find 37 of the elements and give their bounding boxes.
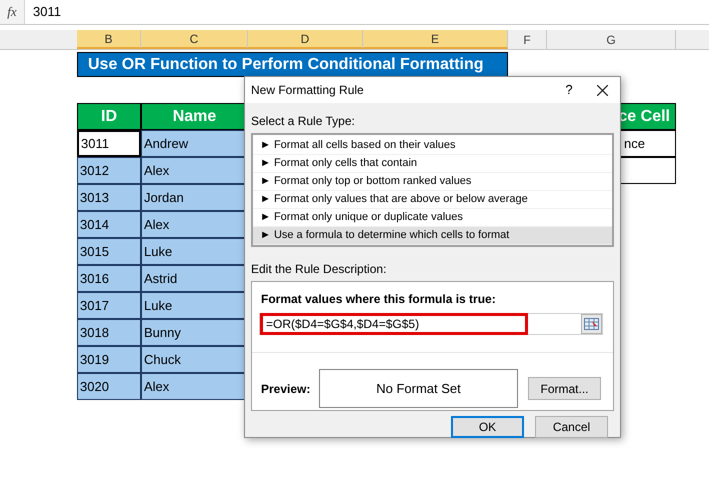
rule-type-item[interactable]: ► Format only top or bottom ranked values [253, 173, 612, 191]
dialog-title: New Formatting Rule [251, 82, 365, 99]
help-button[interactable]: ? [554, 80, 584, 100]
preview-box: No Format Set [319, 369, 518, 408]
table-cell: 3012 [77, 157, 141, 184]
sheet-title: Use OR Function to Perform Conditional Formatting [77, 52, 508, 77]
table-cell: 3016 [77, 265, 141, 292]
formula-bar-field[interactable]: 3011 [25, 0, 709, 24]
table-cell: 3018 [77, 319, 141, 346]
rule-type-item[interactable]: ► Format all cells based on their values [253, 137, 612, 155]
dialog-button[interactable]: Cancel [535, 416, 608, 438]
table-cell: 3019 [77, 346, 141, 373]
formula-label: Format values where this formula is true: [261, 291, 497, 308]
column-header[interactable]: B [77, 30, 141, 49]
rule-type-item[interactable]: ► Format only unique or duplicate values [253, 209, 612, 227]
close-icon [596, 84, 608, 96]
column-header[interactable]: C [141, 30, 248, 49]
formula-field[interactable]: =OR($D4=$G$4,$D4=$G$5) [260, 313, 528, 335]
column-header[interactable]: E [363, 30, 508, 49]
dialog-button[interactable]: OK [451, 416, 524, 438]
table-cell: 3020 [77, 373, 141, 400]
rule-type-item[interactable]: ► Use a formula to determine which cells to format [253, 227, 612, 245]
table-header-cell: ID [77, 103, 141, 130]
table-cell: 3017 [77, 292, 141, 319]
range-picker-button[interactable] [581, 314, 602, 334]
table-cell: 3013 [77, 184, 141, 211]
section-label: Select a Rule Type: [251, 113, 356, 130]
table-icon [584, 318, 599, 330]
table-cell: 3014 [77, 211, 141, 238]
rule-type-item[interactable]: ► Format only values that are above or below average [253, 191, 612, 209]
rule-type-item[interactable]: ► Format only cells that contain [253, 155, 612, 173]
preview-label: Preview: [261, 380, 312, 398]
table-cell: 3015 [77, 238, 141, 265]
table-cell: 3011 [77, 130, 141, 157]
section-label: Edit the Rule Description: [251, 261, 388, 278]
column-header[interactable]: D [248, 30, 363, 49]
format-button[interactable]: Format... [528, 377, 601, 400]
